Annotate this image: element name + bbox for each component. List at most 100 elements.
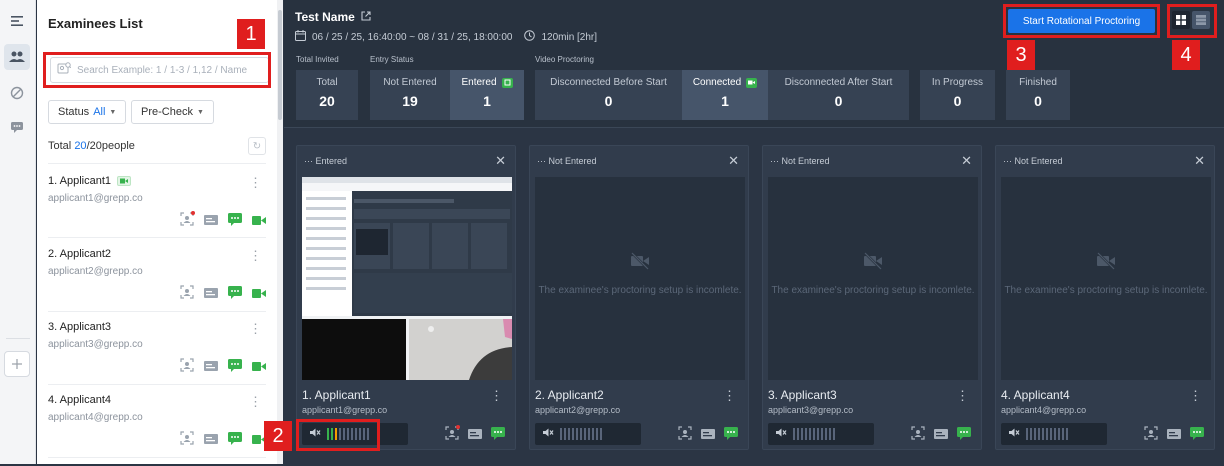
stat-in-progress[interactable]: In Progress 0 (920, 70, 995, 120)
muted-speaker-icon[interactable] (309, 425, 321, 443)
examinee-name-row: 2. Applicant2 (48, 248, 111, 260)
grid-view-icon[interactable] (1172, 11, 1190, 29)
more-options-icon[interactable]: ⋮ (249, 175, 262, 191)
stat-value: 1 (483, 93, 491, 109)
face-detect-icon[interactable] (911, 426, 925, 445)
message-icon[interactable] (228, 358, 242, 377)
search-input[interactable] (77, 64, 257, 76)
examinee-name-row: 1. Applicant1 (48, 175, 131, 187)
message-icon[interactable] (491, 426, 505, 445)
face-detect-icon[interactable] (180, 211, 195, 231)
close-icon[interactable]: ✕ (1194, 153, 1205, 169)
more-options-icon[interactable]: ⋮ (956, 388, 969, 404)
examinee-name: 1. Applicant1 (48, 175, 111, 187)
video-feed[interactable]: The examinee's proctoring setup is incom… (768, 177, 978, 380)
examinee-item[interactable]: 4. Applicant4 applicant4@grepp.co ⋮ (48, 394, 266, 466)
video-camera-icon[interactable] (252, 213, 266, 231)
close-icon[interactable]: ✕ (495, 153, 506, 169)
audio-meter (768, 423, 874, 445)
message-icon[interactable] (228, 212, 242, 231)
face-detect-icon[interactable] (445, 425, 460, 445)
camera-icon (746, 77, 758, 88)
screen-share-icon[interactable] (934, 427, 948, 445)
scrollbar-thumb[interactable] (278, 10, 282, 120)
more-options-icon[interactable]: ⋮ (249, 394, 262, 410)
precheck-filter[interactable]: Pre-Check ▼ (131, 100, 214, 124)
message-icon[interactable] (724, 426, 738, 445)
stat-disconnected-before-start[interactable]: Disconnected Before Start 0 (535, 70, 682, 120)
status-filter-label: Status (58, 106, 90, 118)
stat-not-entered[interactable]: Not Entered 19 (370, 70, 450, 120)
room-camera-feed (409, 319, 512, 380)
more-options-icon[interactable]: ⋮ (249, 321, 262, 337)
message-icon[interactable] (228, 285, 242, 304)
screen-share-icon[interactable] (1167, 427, 1181, 445)
screen-share-icon[interactable] (468, 427, 482, 445)
more-options-icon[interactable]: ⋮ (723, 388, 736, 404)
stat-finished[interactable]: Finished 0 (1006, 70, 1070, 120)
more-options-icon[interactable]: ⋮ (1189, 388, 1202, 404)
face-detect-icon[interactable] (1144, 426, 1158, 445)
refresh-icon[interactable]: ↻ (248, 137, 266, 155)
no-video-placeholder: The examinee's proctoring setup is incom… (768, 252, 978, 298)
group-label-total-invited: Total Invited (296, 55, 339, 64)
close-icon[interactable]: ✕ (728, 153, 739, 169)
screen-share-icon[interactable] (701, 427, 715, 445)
face-detect-icon[interactable] (678, 426, 692, 445)
card-status: ··· Not Entered (1003, 156, 1063, 166)
screen-share-icon[interactable] (204, 286, 218, 304)
examinee-name-row: 4. Applicant4 (48, 394, 111, 406)
external-link-icon[interactable] (361, 10, 371, 24)
card-actions (445, 425, 505, 445)
video-feed[interactable] (302, 177, 512, 380)
block-icon[interactable] (4, 80, 30, 106)
search-box[interactable] (50, 57, 269, 83)
face-detect-icon[interactable] (180, 358, 194, 377)
examinee-item[interactable]: 3. Applicant3 applicant3@grepp.co ⋮ (48, 321, 266, 393)
stat-connected[interactable]: Connected 1 (682, 70, 768, 120)
stat-label: Finished (1019, 77, 1057, 88)
muted-speaker-icon[interactable] (775, 425, 787, 443)
screen-share-icon[interactable] (204, 432, 218, 450)
examinee-email: applicant1@grepp.co (48, 193, 143, 204)
stat-entered[interactable]: Entered 1 (450, 70, 524, 120)
volume-bars (1026, 428, 1068, 440)
card-status: ··· Entered (304, 156, 348, 166)
list-view-icon[interactable] (1192, 11, 1210, 29)
total-number: 20 (89, 140, 102, 152)
message-icon[interactable] (957, 426, 971, 445)
examinee-item[interactable]: 2. Applicant2 applicant2@grepp.co ⋮ (48, 248, 266, 320)
total-label: Total (48, 140, 72, 152)
examinee-name-row: 3. Applicant3 (48, 321, 111, 333)
status-filter[interactable]: Status All ▼ (48, 100, 127, 124)
video-camera-icon[interactable] (252, 359, 266, 377)
chat-icon[interactable] (4, 114, 30, 140)
muted-speaker-icon[interactable] (1008, 425, 1020, 443)
video-feed[interactable]: The examinee's proctoring setup is incom… (535, 177, 745, 380)
face-detect-icon[interactable] (180, 285, 194, 304)
stat-total: Total 20 (296, 70, 358, 120)
more-options-icon[interactable]: ⋮ (490, 388, 503, 404)
plus-icon[interactable] (4, 351, 30, 377)
screen-share-icon[interactable] (204, 359, 218, 377)
people-icon[interactable] (4, 44, 30, 70)
examinee-actions (180, 285, 266, 304)
stat-disconnected-after-start[interactable]: Disconnected After Start 0 (768, 70, 909, 120)
muted-speaker-icon[interactable] (542, 425, 554, 443)
sidebar-toggle-icon[interactable] (4, 8, 30, 34)
message-icon[interactable] (228, 431, 242, 450)
start-rotational-proctoring-button[interactable]: Start Rotational Proctoring (1008, 9, 1155, 33)
stat-value: 19 (402, 93, 418, 109)
card-examinee-name: 4. Applicant4 (1001, 388, 1070, 402)
stat-label: Not Entered (383, 77, 437, 88)
sidebar-scrollbar[interactable] (277, 0, 283, 464)
video-camera-icon[interactable] (252, 286, 266, 304)
screen-share-icon[interactable] (204, 213, 218, 231)
proctoring-card: ··· Not Entered ✕ The examinee's proctor… (529, 145, 749, 450)
message-icon[interactable] (1190, 426, 1204, 445)
stat-value: 0 (953, 93, 962, 109)
more-options-icon[interactable]: ⋮ (249, 248, 262, 264)
video-feed[interactable]: The examinee's proctoring setup is incom… (1001, 177, 1211, 380)
close-icon[interactable]: ✕ (961, 153, 972, 169)
face-detect-icon[interactable] (180, 431, 194, 450)
